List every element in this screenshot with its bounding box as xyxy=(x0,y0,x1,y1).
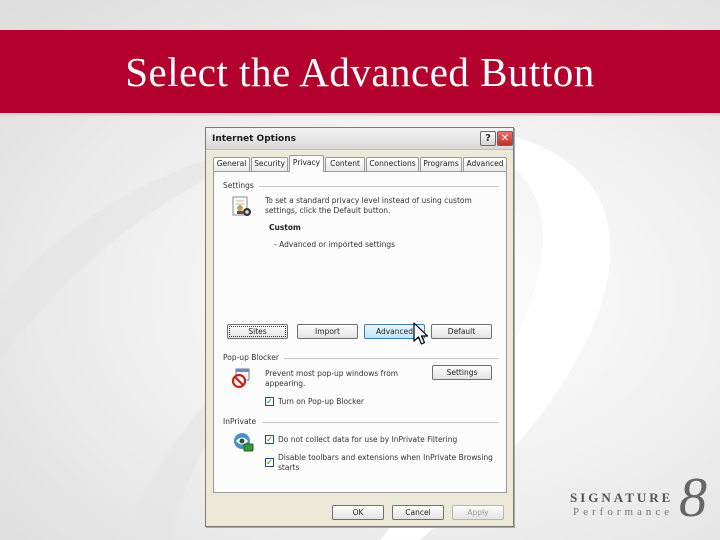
popup-description-line2: appearing. xyxy=(265,379,306,388)
tab-content[interactable]: Content xyxy=(325,157,365,171)
dialog-titlebar: Internet Options ? ✕ xyxy=(206,128,513,150)
slide-title-bar: Select the Advanced Button xyxy=(0,30,720,116)
disable-toolbars-label-line2: starts xyxy=(278,463,300,472)
inprivate-filtering-checkbox[interactable]: ✓ xyxy=(265,435,274,444)
tab-general[interactable]: General xyxy=(213,157,250,171)
internet-options-dialog: Internet Options ? ✕ General Security Pr… xyxy=(205,127,514,527)
popup-blocker-checkbox[interactable]: ✓ xyxy=(265,397,274,406)
popup-divider xyxy=(284,358,499,359)
logo-sub-text: Performance xyxy=(573,506,674,518)
ok-button[interactable]: OK xyxy=(332,505,384,520)
sites-button[interactable]: Sites xyxy=(227,324,288,339)
logo-mark: 8 xyxy=(679,467,707,529)
settings-divider xyxy=(259,186,499,187)
default-button[interactable]: Default xyxy=(431,324,492,339)
popup-group-label: Pop-up Blocker xyxy=(223,353,279,362)
close-button[interactable]: ✕ xyxy=(497,131,513,146)
privacy-settings-icon xyxy=(232,196,251,216)
tab-programs[interactable]: Programs xyxy=(420,157,462,171)
logo-main-text: SIGNATURE xyxy=(570,490,674,505)
privacy-level-detail: - Advanced or imported settings xyxy=(274,240,396,249)
inprivate-icon xyxy=(234,433,254,452)
popup-description-line1: Prevent most pop-up windows from xyxy=(265,369,399,378)
disable-toolbars-label-line1: Disable toolbars and extensions when InP… xyxy=(278,453,493,462)
popup-blocker-icon xyxy=(231,368,250,388)
privacy-level-name: Custom xyxy=(269,223,301,232)
popup-settings-button[interactable]: Settings xyxy=(432,365,492,380)
dialog-title: Internet Options xyxy=(212,134,296,144)
inprivate-divider xyxy=(262,422,499,423)
import-button[interactable]: Import xyxy=(297,324,358,339)
privacy-panel: Settings To set a standard privacy level… xyxy=(213,171,507,493)
apply-button[interactable]: Apply xyxy=(452,505,504,520)
inprivate-filtering-label: Do not collect data for use by InPrivate… xyxy=(278,435,458,444)
tab-strip: General Security Privacy Content Connect… xyxy=(213,155,507,172)
signature-performance-logo: 8 SIGNATURE Performance xyxy=(565,470,715,530)
settings-description-line2: settings, click the Default button. xyxy=(265,206,391,215)
mouse-pointer-icon xyxy=(413,322,429,345)
tab-privacy[interactable]: Privacy xyxy=(289,155,324,172)
tab-connections[interactable]: Connections xyxy=(366,157,419,171)
settings-description-line1: To set a standard privacy level instead … xyxy=(265,196,472,205)
disable-toolbars-checkbox[interactable]: ✓ xyxy=(265,458,274,467)
popup-blocker-checkbox-label: Turn on Pop-up Blocker xyxy=(278,397,364,406)
slide-title: Select the Advanced Button xyxy=(125,48,595,95)
tab-advanced[interactable]: Advanced xyxy=(463,157,507,171)
help-button[interactable]: ? xyxy=(480,131,496,146)
cancel-button[interactable]: Cancel xyxy=(392,505,444,520)
settings-group-label: Settings xyxy=(223,181,254,190)
inprivate-group-label: InPrivate xyxy=(223,417,257,426)
tab-security[interactable]: Security xyxy=(251,157,288,171)
